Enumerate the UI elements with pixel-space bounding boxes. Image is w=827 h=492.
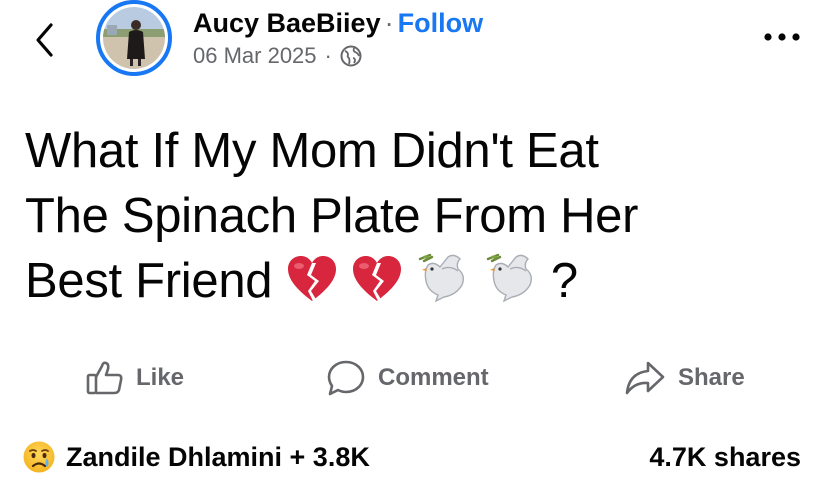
post-meta: 06 Mar 2025 · xyxy=(193,42,483,70)
globe-icon xyxy=(340,45,362,67)
sad-face-emoji xyxy=(23,441,55,473)
follow-button[interactable]: Follow xyxy=(398,8,483,38)
dove-emoji xyxy=(416,251,470,320)
reactions-text: Zandile Dhlamini + 3.8K xyxy=(66,441,370,472)
comment-label: Comment xyxy=(378,364,489,391)
post-text-line-2: The Spinach Plate From Her xyxy=(25,189,639,243)
like-label: Like xyxy=(136,364,185,391)
back-button[interactable] xyxy=(30,20,60,60)
reactions-summary[interactable]: Zandile Dhlamini + 3.8K xyxy=(22,437,370,477)
post-actions: Like Comment Share xyxy=(0,354,827,402)
more-horizontal-icon xyxy=(764,33,800,41)
post-header: Aucy BaeBiiey · Follow 06 Mar 2025 · xyxy=(193,6,483,70)
post-text-line-3-container: Best Friend ? xyxy=(25,249,785,314)
comment-button[interactable]: Comment xyxy=(326,354,489,402)
author-name[interactable]: Aucy BaeBiiey xyxy=(193,8,381,38)
post-text-end: ? xyxy=(550,254,578,308)
more-options-button[interactable] xyxy=(760,22,804,52)
post-date[interactable]: 06 Mar 2025 xyxy=(193,42,317,70)
share-button[interactable]: Share xyxy=(624,354,745,402)
post-text-line-1: What If My Mom Didn't Eat xyxy=(25,124,599,178)
post-text-line-3: Best Friend xyxy=(25,254,273,308)
author-line: Aucy BaeBiiey · Follow xyxy=(193,6,483,40)
broken-heart-emoji xyxy=(351,255,403,320)
avatar-photo xyxy=(103,7,165,69)
like-button[interactable]: Like xyxy=(86,354,184,402)
meta-separator-dot: · xyxy=(324,43,332,68)
post-text: What If My Mom Didn't Eat The Spinach Pl… xyxy=(25,119,785,314)
shares-text: 4.7K shares xyxy=(649,441,801,472)
broken-heart-emoji xyxy=(286,255,338,320)
separator-dot: · xyxy=(384,8,394,38)
share-label: Share xyxy=(678,364,745,391)
chevron-left-icon xyxy=(36,23,53,57)
thumbs-up-icon xyxy=(86,361,123,395)
post-stats: Zandile Dhlamini + 3.8K 4.7K shares xyxy=(0,437,827,477)
share-arrow-icon xyxy=(625,361,665,395)
shares-count[interactable]: 4.7K shares xyxy=(649,437,801,477)
avatar[interactable] xyxy=(96,0,172,76)
dove-emoji xyxy=(484,251,538,320)
comment-icon xyxy=(327,360,365,396)
